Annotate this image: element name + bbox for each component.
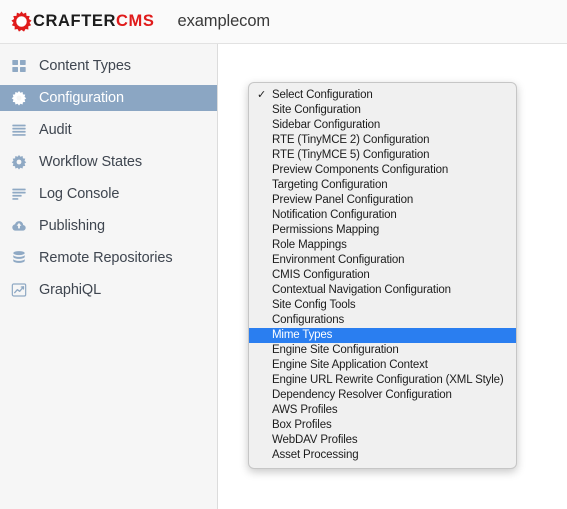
menu-item-dependency-resolver-configuration[interactable]: Dependency Resolver Configuration [249, 388, 516, 403]
cloud-upload-icon [11, 218, 27, 234]
menu-item-targeting-configuration[interactable]: Targeting Configuration [249, 178, 516, 193]
menu-item-label: Configurations [272, 314, 345, 326]
configuration-dropdown-menu[interactable]: ✓ Select Configuration Site Configuration S… [248, 82, 517, 469]
menu-item-contextual-navigation-configuration[interactable]: Contextual Navigation Configuration [249, 283, 516, 298]
menu-item-label: Site Config Tools [272, 299, 356, 311]
site-name: examplecom [177, 12, 271, 30]
menu-item-engine-url-rewrite-configuration-xml-style[interactable]: Engine URL Rewrite Configuration (XML St… [249, 373, 516, 388]
menu-item-label: Preview Components Configuration [272, 164, 449, 176]
menu-item-label: Box Profiles [272, 419, 332, 431]
sidebar: Content Types Configuration Audit Workflow … [0, 44, 218, 509]
menu-item-label: Role Mappings [272, 239, 347, 251]
menu-item-site-configuration[interactable]: Site Configuration [249, 103, 516, 118]
log-lines-icon [11, 186, 27, 202]
menu-item-webdav-profiles[interactable]: WebDAV Profiles [249, 433, 516, 448]
menu-item-site-config-tools[interactable]: Site Config Tools [249, 298, 516, 313]
database-icon [11, 250, 27, 266]
menu-item-label: Dependency Resolver Configuration [272, 389, 452, 401]
sidebar-item-label: Content Types [39, 58, 131, 74]
sidebar-item-content-types[interactable]: Content Types [0, 53, 217, 79]
menu-item-box-profiles[interactable]: Box Profiles [249, 418, 516, 433]
menu-item-preview-components-configuration[interactable]: Preview Components Configuration [249, 163, 516, 178]
menu-item-label: Asset Processing [272, 449, 359, 461]
menu-item-label: RTE (TinyMCE 5) Configuration [272, 149, 430, 161]
menu-item-label: Preview Panel Configuration [272, 194, 414, 206]
menu-item-label: RTE (TinyMCE 2) Configuration [272, 134, 430, 146]
menu-item-label: Contextual Navigation Configuration [272, 284, 451, 296]
sidebar-item-publishing[interactable]: Publishing [0, 213, 217, 239]
sidebar-item-workflow-states[interactable]: Workflow States [0, 149, 217, 175]
logo-wordmark: CRAFTERCMS [33, 13, 155, 30]
sidebar-item-label: Log Console [39, 186, 120, 202]
menu-item-label: Targeting Configuration [272, 179, 388, 191]
sidebar-item-label: Remote Repositories [39, 250, 173, 266]
menu-item-rte-tinymce-2-configuration[interactable]: RTE (TinyMCE 2) Configuration [249, 133, 516, 148]
check-icon: ✓ [257, 89, 267, 101]
menu-item-aws-profiles[interactable]: AWS Profiles [249, 403, 516, 418]
menu-item-label: Engine URL Rewrite Configuration (XML St… [272, 374, 504, 386]
menu-item-rte-tinymce-5-configuration[interactable]: RTE (TinyMCE 5) Configuration [249, 148, 516, 163]
sidebar-item-label: GraphiQL [39, 282, 102, 298]
sidebar-item-label: Workflow States [39, 154, 142, 170]
menu-item-label: Environment Configuration [272, 254, 405, 266]
sidebar-item-remote-repositories[interactable]: Remote Repositories [0, 245, 217, 271]
menu-item-label: AWS Profiles [272, 404, 338, 416]
menu-item-preview-panel-configuration[interactable]: Preview Panel Configuration [249, 193, 516, 208]
menu-item-role-mappings[interactable]: Role Mappings [249, 238, 516, 253]
menu-item-label: Mime Types [272, 329, 333, 341]
menu-item-environment-configuration[interactable]: Environment Configuration [249, 253, 516, 268]
menu-item-label: WebDAV Profiles [272, 434, 358, 446]
gear-icon [11, 90, 27, 106]
gear-icon [11, 11, 32, 32]
sidebar-item-graphiql[interactable]: GraphiQL [0, 277, 217, 303]
menu-item-label: Select Configuration [272, 89, 373, 101]
menu-item-label: Notification Configuration [272, 209, 397, 221]
gear-icon [11, 154, 27, 170]
menu-item-notification-configuration[interactable]: Notification Configuration [249, 208, 516, 223]
sidebar-item-configuration[interactable]: Configuration [0, 85, 217, 111]
sidebar-item-label: Audit [39, 122, 72, 138]
menu-item-configurations[interactable]: Configurations [249, 313, 516, 328]
app-header: CRAFTERCMS examplecom [0, 0, 567, 44]
menu-item-permissions-mapping[interactable]: Permissions Mapping [249, 223, 516, 238]
sidebar-item-label: Publishing [39, 218, 105, 234]
sidebar-item-audit[interactable]: Audit [0, 117, 217, 143]
logo-crafter-text: CRAFTER [33, 12, 117, 31]
menu-item-cmis-configuration[interactable]: CMIS Configuration [249, 268, 516, 283]
menu-item-asset-processing[interactable]: Asset Processing [249, 448, 516, 463]
menu-item-label: Site Configuration [272, 104, 361, 116]
menu-item-label: Engine Site Application Context [272, 359, 428, 371]
list-lines-icon [11, 122, 27, 138]
menu-item-engine-site-application-context[interactable]: Engine Site Application Context [249, 358, 516, 373]
menu-item-engine-site-configuration[interactable]: Engine Site Configuration [249, 343, 516, 358]
menu-item-select-configuration[interactable]: ✓ Select Configuration [249, 88, 516, 103]
menu-item-mime-types[interactable]: Mime Types [249, 328, 516, 343]
menu-item-label: Sidebar Configuration [272, 119, 381, 131]
grid-icon [11, 58, 27, 74]
brand-logo[interactable]: CRAFTERCMS [11, 11, 155, 32]
sidebar-item-label: Configuration [39, 90, 124, 106]
menu-item-label: Engine Site Configuration [272, 344, 399, 356]
menu-item-label: Permissions Mapping [272, 224, 380, 236]
sidebar-item-log-console[interactable]: Log Console [0, 181, 217, 207]
menu-item-sidebar-configuration[interactable]: Sidebar Configuration [249, 118, 516, 133]
logo-cms-text: CMS [116, 12, 155, 31]
menu-item-label: CMIS Configuration [272, 269, 370, 281]
chart-line-icon [11, 282, 27, 298]
